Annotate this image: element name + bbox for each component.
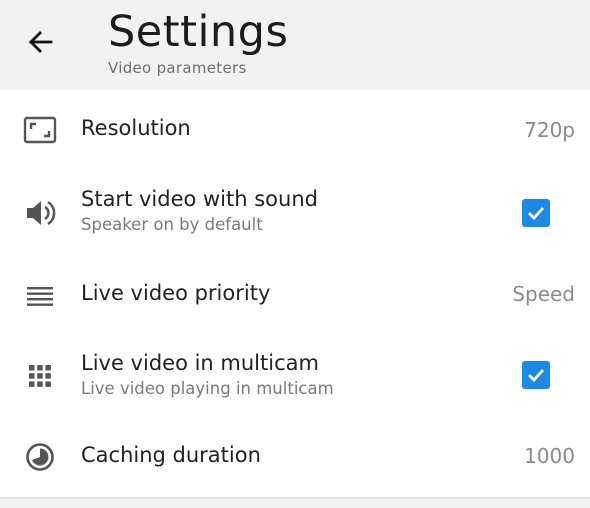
setting-sublabel: Live video playing in multicam (81, 379, 334, 398)
settings-list: Resolution 720p Start video with sound S… (0, 90, 590, 497)
timelapse-icon (22, 439, 58, 475)
arrow-left-icon (29, 31, 53, 53)
multicam-checkbox[interactable] (522, 361, 550, 389)
setting-value: Speed (512, 282, 575, 306)
list-divider (0, 497, 590, 500)
setting-live-priority[interactable]: Live video priority Speed (0, 254, 590, 336)
menu-lines-icon (22, 278, 58, 314)
grid-icon (22, 358, 58, 394)
setting-label: Caching duration (81, 443, 261, 467)
back-button[interactable] (22, 24, 58, 60)
page-subtitle: Video parameters (108, 59, 247, 77)
setting-value: 1000 (524, 444, 575, 468)
setting-value: 720p (524, 118, 575, 142)
sound-checkbox[interactable] (522, 199, 550, 227)
setting-resolution[interactable]: Resolution 720p (0, 90, 590, 172)
setting-sublabel: Speaker on by default (81, 215, 263, 234)
speaker-icon (22, 195, 58, 231)
setting-caching[interactable]: Caching duration 1000 (0, 418, 590, 497)
setting-live-multicam[interactable]: Live video in multicam Live video playin… (0, 336, 590, 418)
setting-start-with-sound[interactable]: Start video with sound Speaker on by def… (0, 172, 590, 254)
setting-label: Live video in multicam (81, 351, 319, 375)
setting-label: Resolution (81, 116, 191, 140)
setting-label: Start video with sound (81, 187, 318, 211)
checkmark-icon (528, 207, 545, 221)
setting-label: Live video priority (81, 281, 271, 305)
app-bar: Settings Video parameters (0, 0, 590, 90)
aspect-ratio-icon (22, 112, 58, 148)
checkmark-icon (528, 369, 545, 383)
page-title: Settings (108, 7, 289, 57)
settings-screen: Settings Video parameters Resolution 720… (0, 0, 590, 508)
